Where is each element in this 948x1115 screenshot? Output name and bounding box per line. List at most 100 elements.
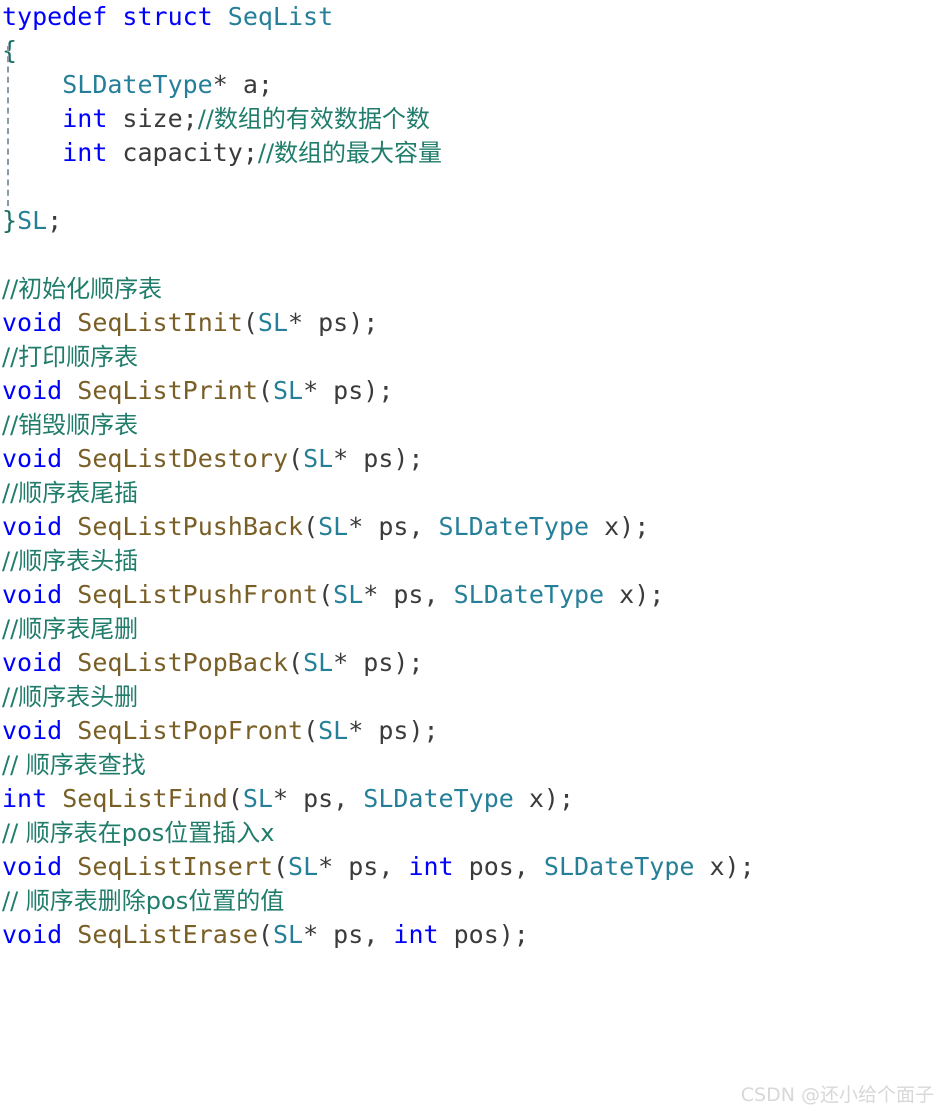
code-line[interactable]: // 顺序表删除pos位置的值 <box>0 884 948 918</box>
code-token: * ps); <box>333 648 424 677</box>
code-line[interactable]: typedef struct SeqList <box>0 0 948 34</box>
code-token: SeqListPopBack <box>77 648 288 677</box>
code-token: SL <box>272 920 304 949</box>
code-line[interactable]: //顺序表尾插 <box>0 476 948 510</box>
code-token: SL <box>242 784 273 813</box>
code-token: } <box>2 206 18 235</box>
code-line[interactable]: //销毁顺序表 <box>0 408 948 442</box>
code-token: //销毁顺序表 <box>2 411 139 439</box>
code-token: SL <box>303 648 334 677</box>
code-token: x); <box>589 512 650 541</box>
code-token: int <box>2 784 48 813</box>
code-token: SeqListErase <box>77 920 258 949</box>
code-token: SeqListInsert <box>77 852 273 881</box>
code-line[interactable]: void SeqListPopFront(SL* ps); <box>0 714 948 748</box>
code-token: int <box>393 920 439 949</box>
code-token: SeqListInit <box>77 308 243 337</box>
code-token: ( <box>303 512 319 541</box>
code-token: //顺序表尾插 <box>2 479 139 507</box>
code-line[interactable]: int size;//数组的有效数据个数 <box>0 102 948 136</box>
code-line[interactable]: int capacity;//数组的最大容量 <box>0 136 948 170</box>
code-line[interactable] <box>0 170 948 204</box>
code-editor-content[interactable]: typedef struct SeqList{ SLDateType* a; i… <box>0 0 948 952</box>
code-line[interactable]: // 顺序表查找 <box>0 748 948 782</box>
code-token: ( <box>303 716 319 745</box>
code-token: SL <box>318 716 349 745</box>
csdn-watermark: CSDN @还小给个面子 <box>740 1084 934 1106</box>
code-token: * ps); <box>288 308 379 337</box>
code-line[interactable]: // 顺序表在pos位置插入x <box>0 816 948 850</box>
code-line[interactable]: void SeqListPushBack(SL* ps, SLDateType … <box>0 510 948 544</box>
code-token: size; <box>107 104 198 133</box>
code-line[interactable]: SLDateType* a; <box>0 68 948 102</box>
code-line[interactable]: void SeqListPrint(SL* ps); <box>0 374 948 408</box>
code-token: ( <box>272 852 289 881</box>
code-line[interactable]: void SeqListErase(SL* ps, int pos); <box>0 918 948 952</box>
code-token: * ps, <box>348 512 439 541</box>
code-token: ( <box>257 376 273 405</box>
code-line[interactable]: //顺序表头插 <box>0 544 948 578</box>
code-line[interactable]: //顺序表尾删 <box>0 612 948 646</box>
code-token: SL <box>17 206 48 235</box>
code-token: SeqListDestory <box>77 444 288 473</box>
code-token: //数组的有效数据个数 <box>197 105 430 133</box>
code-token: SL <box>257 308 289 337</box>
code-line[interactable]: void SeqListInit(SL* ps); <box>0 306 948 340</box>
code-token: void <box>2 648 63 677</box>
code-token: SL <box>318 512 349 541</box>
code-line[interactable]: void SeqListPushFront(SL* ps, SLDateType… <box>0 578 948 612</box>
code-token: typedef struct <box>2 2 228 31</box>
code-token: int <box>408 852 454 881</box>
code-token: ( <box>288 444 304 473</box>
code-token: SL <box>333 580 364 609</box>
code-line[interactable]: //初始化顺序表 <box>0 272 948 306</box>
code-line[interactable]: int SeqListFind(SL* ps, SLDateType x); <box>0 782 948 816</box>
code-token: pos, <box>453 852 544 881</box>
code-token: x); <box>604 580 665 609</box>
code-token: SLDateType <box>363 784 514 813</box>
code-line[interactable]: void SeqListDestory(SL* ps); <box>0 442 948 476</box>
code-token: SeqListPushFront <box>77 580 319 609</box>
code-token: ( <box>288 648 304 677</box>
code-token: void <box>2 580 63 609</box>
code-token: SLDateType <box>453 580 605 609</box>
code-line[interactable]: //打印顺序表 <box>0 340 948 374</box>
code-token: void <box>2 376 63 405</box>
code-token: * ps, <box>363 580 454 609</box>
code-token: SLDateType <box>438 512 590 541</box>
code-token: ( <box>242 308 258 337</box>
code-token: SeqListFind <box>62 784 228 813</box>
code-token: int <box>62 138 108 167</box>
code-token: capacity; <box>107 138 258 167</box>
code-token: ( <box>227 784 243 813</box>
code-token: x); <box>513 784 575 813</box>
code-token: SLDateType <box>62 70 213 99</box>
code-line[interactable]: }SL; <box>0 204 948 238</box>
code-token: void <box>2 716 63 745</box>
code-token: //打印顺序表 <box>2 343 139 371</box>
code-line[interactable]: void SeqListPopBack(SL* ps); <box>0 646 948 680</box>
code-line[interactable]: { <box>0 34 948 68</box>
code-line[interactable]: //顺序表头删 <box>0 680 948 714</box>
code-token: //顺序表尾删 <box>2 615 139 643</box>
code-token: * a; <box>212 70 273 99</box>
code-token: ; <box>47 206 63 235</box>
code-token: x); <box>694 852 755 881</box>
code-token: //数组的最大容量 <box>257 139 443 167</box>
code-token: * ps); <box>348 716 439 745</box>
code-token: SeqListPopFront <box>77 716 304 745</box>
code-line[interactable] <box>0 238 948 272</box>
code-token: void <box>2 308 63 337</box>
code-line[interactable]: void SeqListInsert(SL* ps, int pos, SLDa… <box>0 850 948 884</box>
